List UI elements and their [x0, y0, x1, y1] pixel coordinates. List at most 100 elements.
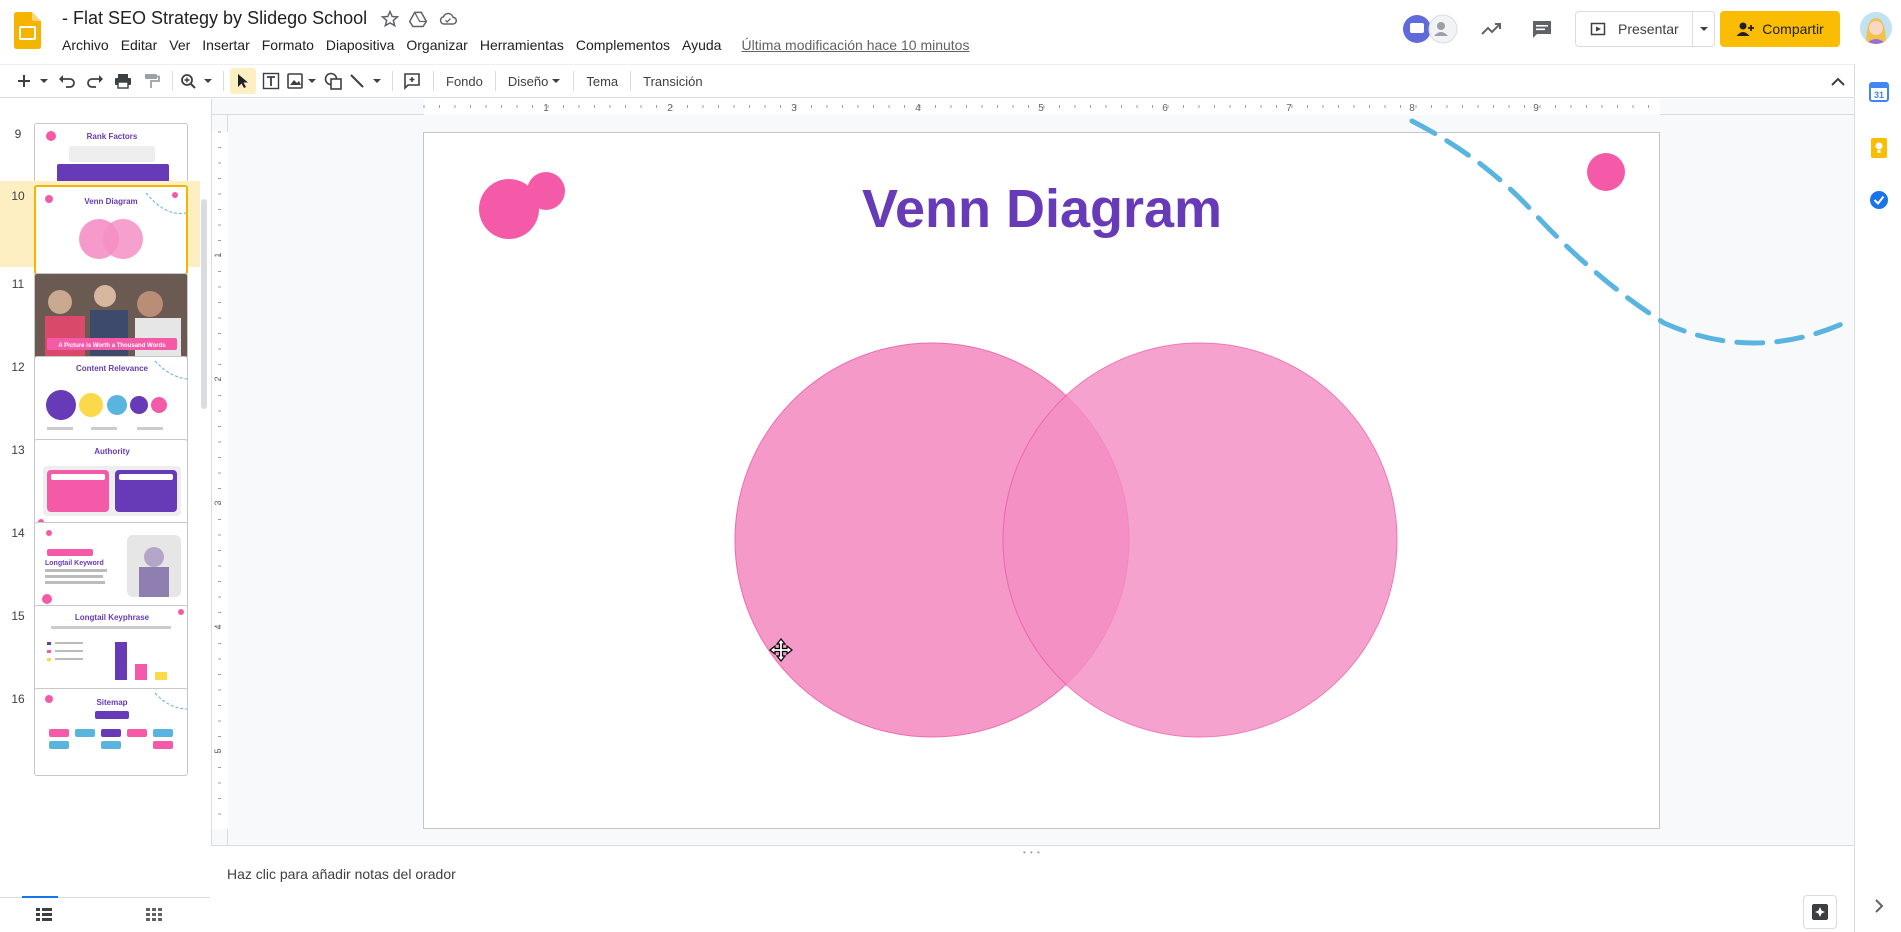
paint-format-button[interactable]: [138, 68, 164, 94]
slide-thumbnail-longtail-keyphrase[interactable]: Longtail Keyphrase: [34, 605, 188, 693]
person-add-icon: [1736, 22, 1755, 36]
content-relevance-preview: Content Relevance: [46, 360, 187, 430]
share-button[interactable]: Compartir: [1720, 11, 1840, 47]
plus-icon: [18, 75, 48, 87]
speaker-notes[interactable]: • • • Haz clic para añadir notas del ora…: [211, 845, 1854, 932]
grid-view-icon[interactable]: [146, 908, 162, 922]
calendar-icon[interactable]: 31: [1867, 80, 1891, 104]
slide-number: 12: [11, 360, 25, 374]
present-dropdown[interactable]: [1692, 12, 1714, 46]
slide-number: 11: [11, 277, 25, 291]
new-slide-button[interactable]: [14, 68, 52, 94]
collaborators-avatars[interactable]: [1400, 13, 1460, 45]
slide-thumbnail-row[interactable]: [0, 99, 200, 109]
decor-bubble-large[interactable]: [479, 179, 539, 239]
svg-text:4: 4: [213, 624, 223, 629]
slide-title[interactable]: Venn Diagram: [862, 179, 1222, 239]
slide-thumbnail-row[interactable]: 16 Sitemap: [0, 686, 200, 786]
comments-icon[interactable]: [1530, 17, 1554, 41]
svg-text:Longtail Keyphrase: Longtail Keyphrase: [75, 613, 150, 622]
slide-number: 14: [11, 526, 25, 540]
slides-logo-icon[interactable]: [14, 12, 41, 49]
decor-dot[interactable]: [1587, 153, 1625, 191]
slide-thumbnail-content-relevance[interactable]: Content Relevance: [34, 356, 188, 444]
slide-content: Venn Diagram: [479, 118, 1847, 738]
transition-button[interactable]: Transición: [637, 68, 708, 94]
chevron-down-icon: [552, 79, 561, 83]
hide-menus-button[interactable]: [1825, 69, 1851, 95]
line-button[interactable]: [348, 68, 384, 94]
tasks-icon[interactable]: [1867, 188, 1891, 212]
svg-text:2: 2: [213, 376, 223, 381]
user-avatar[interactable]: [1860, 12, 1892, 44]
redo-button[interactable]: [82, 68, 108, 94]
present-label: Presentar: [1618, 21, 1679, 37]
cloud-saved-icon[interactable]: [438, 9, 458, 29]
menu-ver[interactable]: Ver: [163, 35, 196, 55]
explore-sparkle-icon: [1812, 904, 1828, 920]
present-button[interactable]: Presentar: [1576, 12, 1692, 46]
undo-icon: [59, 75, 75, 88]
toolbar-divider: [433, 71, 434, 91]
document-title[interactable]: - Flat SEO Strategy by Slidego School: [62, 8, 367, 29]
menu-insertar[interactable]: Insertar: [196, 35, 255, 55]
slide-thumbnail-longtail-keyword[interactable]: Longtail Keyword: [34, 522, 188, 610]
vertical-ruler[interactable]: 1 2 3 4 5: [212, 115, 228, 845]
background-button[interactable]: Fondo: [440, 68, 489, 94]
star-icon[interactable]: [380, 9, 400, 29]
main-toolbar: Fondo Diseño Tema Transición: [0, 64, 1901, 98]
vertical-ruler-ticks: 1 2 3 4 5: [212, 131, 228, 829]
slide-thumbnail-authority[interactable]: Authority: [34, 439, 188, 527]
svg-text:Rank Factors: Rank Factors: [87, 132, 138, 141]
horizontal-ruler[interactable]: 1 2 3 4 5 6 7 8 9: [212, 99, 1854, 115]
speaker-notes-placeholder[interactable]: Haz clic para añadir notas del orador: [227, 866, 456, 882]
select-tool-button[interactable]: [230, 68, 256, 94]
svg-text:6: 6: [1162, 103, 1168, 114]
menu-complementos[interactable]: Complementos: [570, 35, 676, 55]
menu-formato[interactable]: Formato: [256, 35, 320, 55]
slide-thumbnail-picture[interactable]: A Picture is Worth a Thousand Words: [34, 273, 188, 361]
activity-trend-icon[interactable]: [1479, 17, 1503, 41]
filmstrip-view-icon[interactable]: [36, 908, 52, 922]
toolbar-divider: [223, 71, 224, 91]
slide-number: 16: [11, 692, 25, 706]
venn-circle-right[interactable]: [1002, 342, 1398, 738]
chevron-right-icon[interactable]: [1867, 894, 1891, 918]
menu-archivo[interactable]: Archivo: [56, 35, 115, 55]
slide-filmstrip: 9 Rank Factors 10 Venn Diagram 11 A Pict…: [0, 99, 210, 897]
slide-thumbnail-sitemap[interactable]: Sitemap: [34, 688, 188, 776]
slide-thumbnail-row-selected[interactable]: 10 Venn Diagram: [0, 181, 200, 275]
undo-button[interactable]: [54, 68, 80, 94]
filmstrip-scrollbar[interactable]: [201, 199, 207, 409]
redo-icon: [87, 75, 103, 88]
present-icon: [1590, 22, 1606, 36]
slide-number: 13: [11, 443, 25, 457]
filmstrip-view-controls: [0, 896, 210, 932]
menu-ayuda[interactable]: Ayuda: [676, 35, 727, 55]
svg-text:8: 8: [1409, 103, 1415, 114]
keep-icon[interactable]: [1867, 136, 1891, 160]
theme-button[interactable]: Tema: [580, 68, 624, 94]
menu-diapositiva[interactable]: Diapositiva: [320, 35, 400, 55]
notes-resize-handle[interactable]: • • •: [1023, 848, 1041, 857]
menu-editar[interactable]: Editar: [115, 35, 164, 55]
add-comment-icon: [404, 73, 420, 90]
current-slide[interactable]: Venn Diagram: [423, 118, 1847, 829]
move-to-drive-icon[interactable]: [408, 9, 428, 29]
last-edit-link[interactable]: Última modificación hace 10 minutos: [741, 37, 969, 53]
menu-herramientas[interactable]: Herramientas: [474, 35, 570, 55]
print-button[interactable]: [110, 68, 136, 94]
insert-image-button[interactable]: [286, 68, 318, 94]
layout-button[interactable]: Diseño: [502, 68, 567, 94]
shape-button[interactable]: [320, 68, 346, 94]
text-box-button[interactable]: [258, 68, 284, 94]
explore-button[interactable]: [1803, 895, 1837, 929]
toolbar-divider: [392, 71, 393, 91]
slide-thumbnail-venn-diagram[interactable]: Venn Diagram: [34, 185, 188, 275]
zoom-button[interactable]: [179, 68, 215, 94]
toolbar-divider: [494, 71, 496, 91]
svg-text:Longtail Keyword: Longtail Keyword: [45, 560, 104, 567]
menu-organizar[interactable]: Organizar: [400, 35, 473, 55]
add-comment-button[interactable]: [399, 68, 425, 94]
active-view-indicator: [22, 896, 58, 898]
